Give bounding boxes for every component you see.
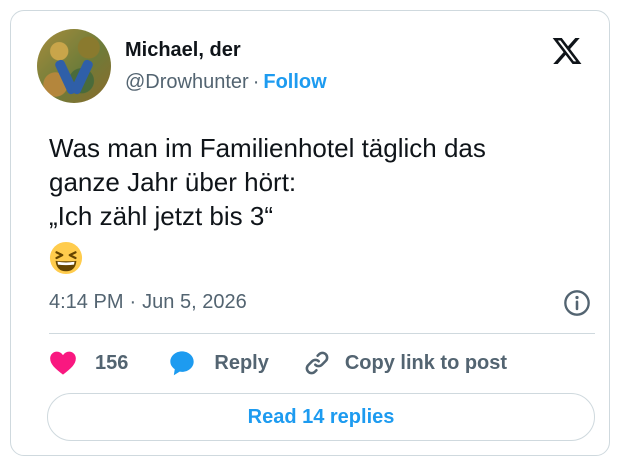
divider [49, 333, 595, 334]
tweet-text: Was man im Familienhotel täglich das gan… [49, 131, 589, 233]
tweet-line: Was man im Familienhotel täglich das [49, 133, 486, 163]
copy-link-label: Copy link to post [344, 351, 508, 374]
avatar[interactable] [37, 29, 111, 103]
separator-dot: · [252, 71, 260, 93]
author-name[interactable]: Michael, der [125, 39, 241, 62]
author-handle-row: @Drowhunter · Follow [125, 71, 327, 94]
grinning-squinting-face-icon [49, 241, 83, 275]
tweet-time[interactable]: 4:14 PM [49, 291, 123, 313]
like-count: 156 [95, 351, 129, 374]
tweet-date[interactable]: Jun 5, 2026 [142, 291, 247, 313]
reply-button[interactable]: Reply [168, 349, 269, 377]
tweet-line: „Ich zähl jetzt bis 3“ [49, 201, 273, 231]
read-replies-button[interactable]: Read 14 replies [47, 393, 595, 441]
info-icon[interactable] [563, 289, 591, 317]
separator-dot: · [129, 291, 137, 313]
tweet-card: Michael, der @Drowhunter · Follow Was man … [10, 10, 610, 456]
read-replies-label: Read 14 replies [247, 405, 395, 428]
reply-label: Reply [214, 351, 269, 374]
link-icon [305, 351, 329, 375]
heart-icon [50, 351, 76, 375]
follow-button[interactable]: Follow [263, 71, 326, 93]
x-logo-icon[interactable] [551, 35, 583, 67]
avatar-detail [69, 58, 95, 96]
like-button[interactable]: 156 [49, 350, 128, 376]
reply-bubble-icon [170, 351, 195, 376]
copy-link-button[interactable]: Copy link to post [303, 349, 507, 377]
author-handle[interactable]: @Drowhunter [125, 71, 249, 93]
action-bar: 156 Reply Copy link to post [49, 345, 507, 381]
tweet-line: ganze Jahr über hört: [49, 167, 297, 197]
tweet-meta: 4:14 PM · Jun 5, 2026 [49, 291, 247, 314]
